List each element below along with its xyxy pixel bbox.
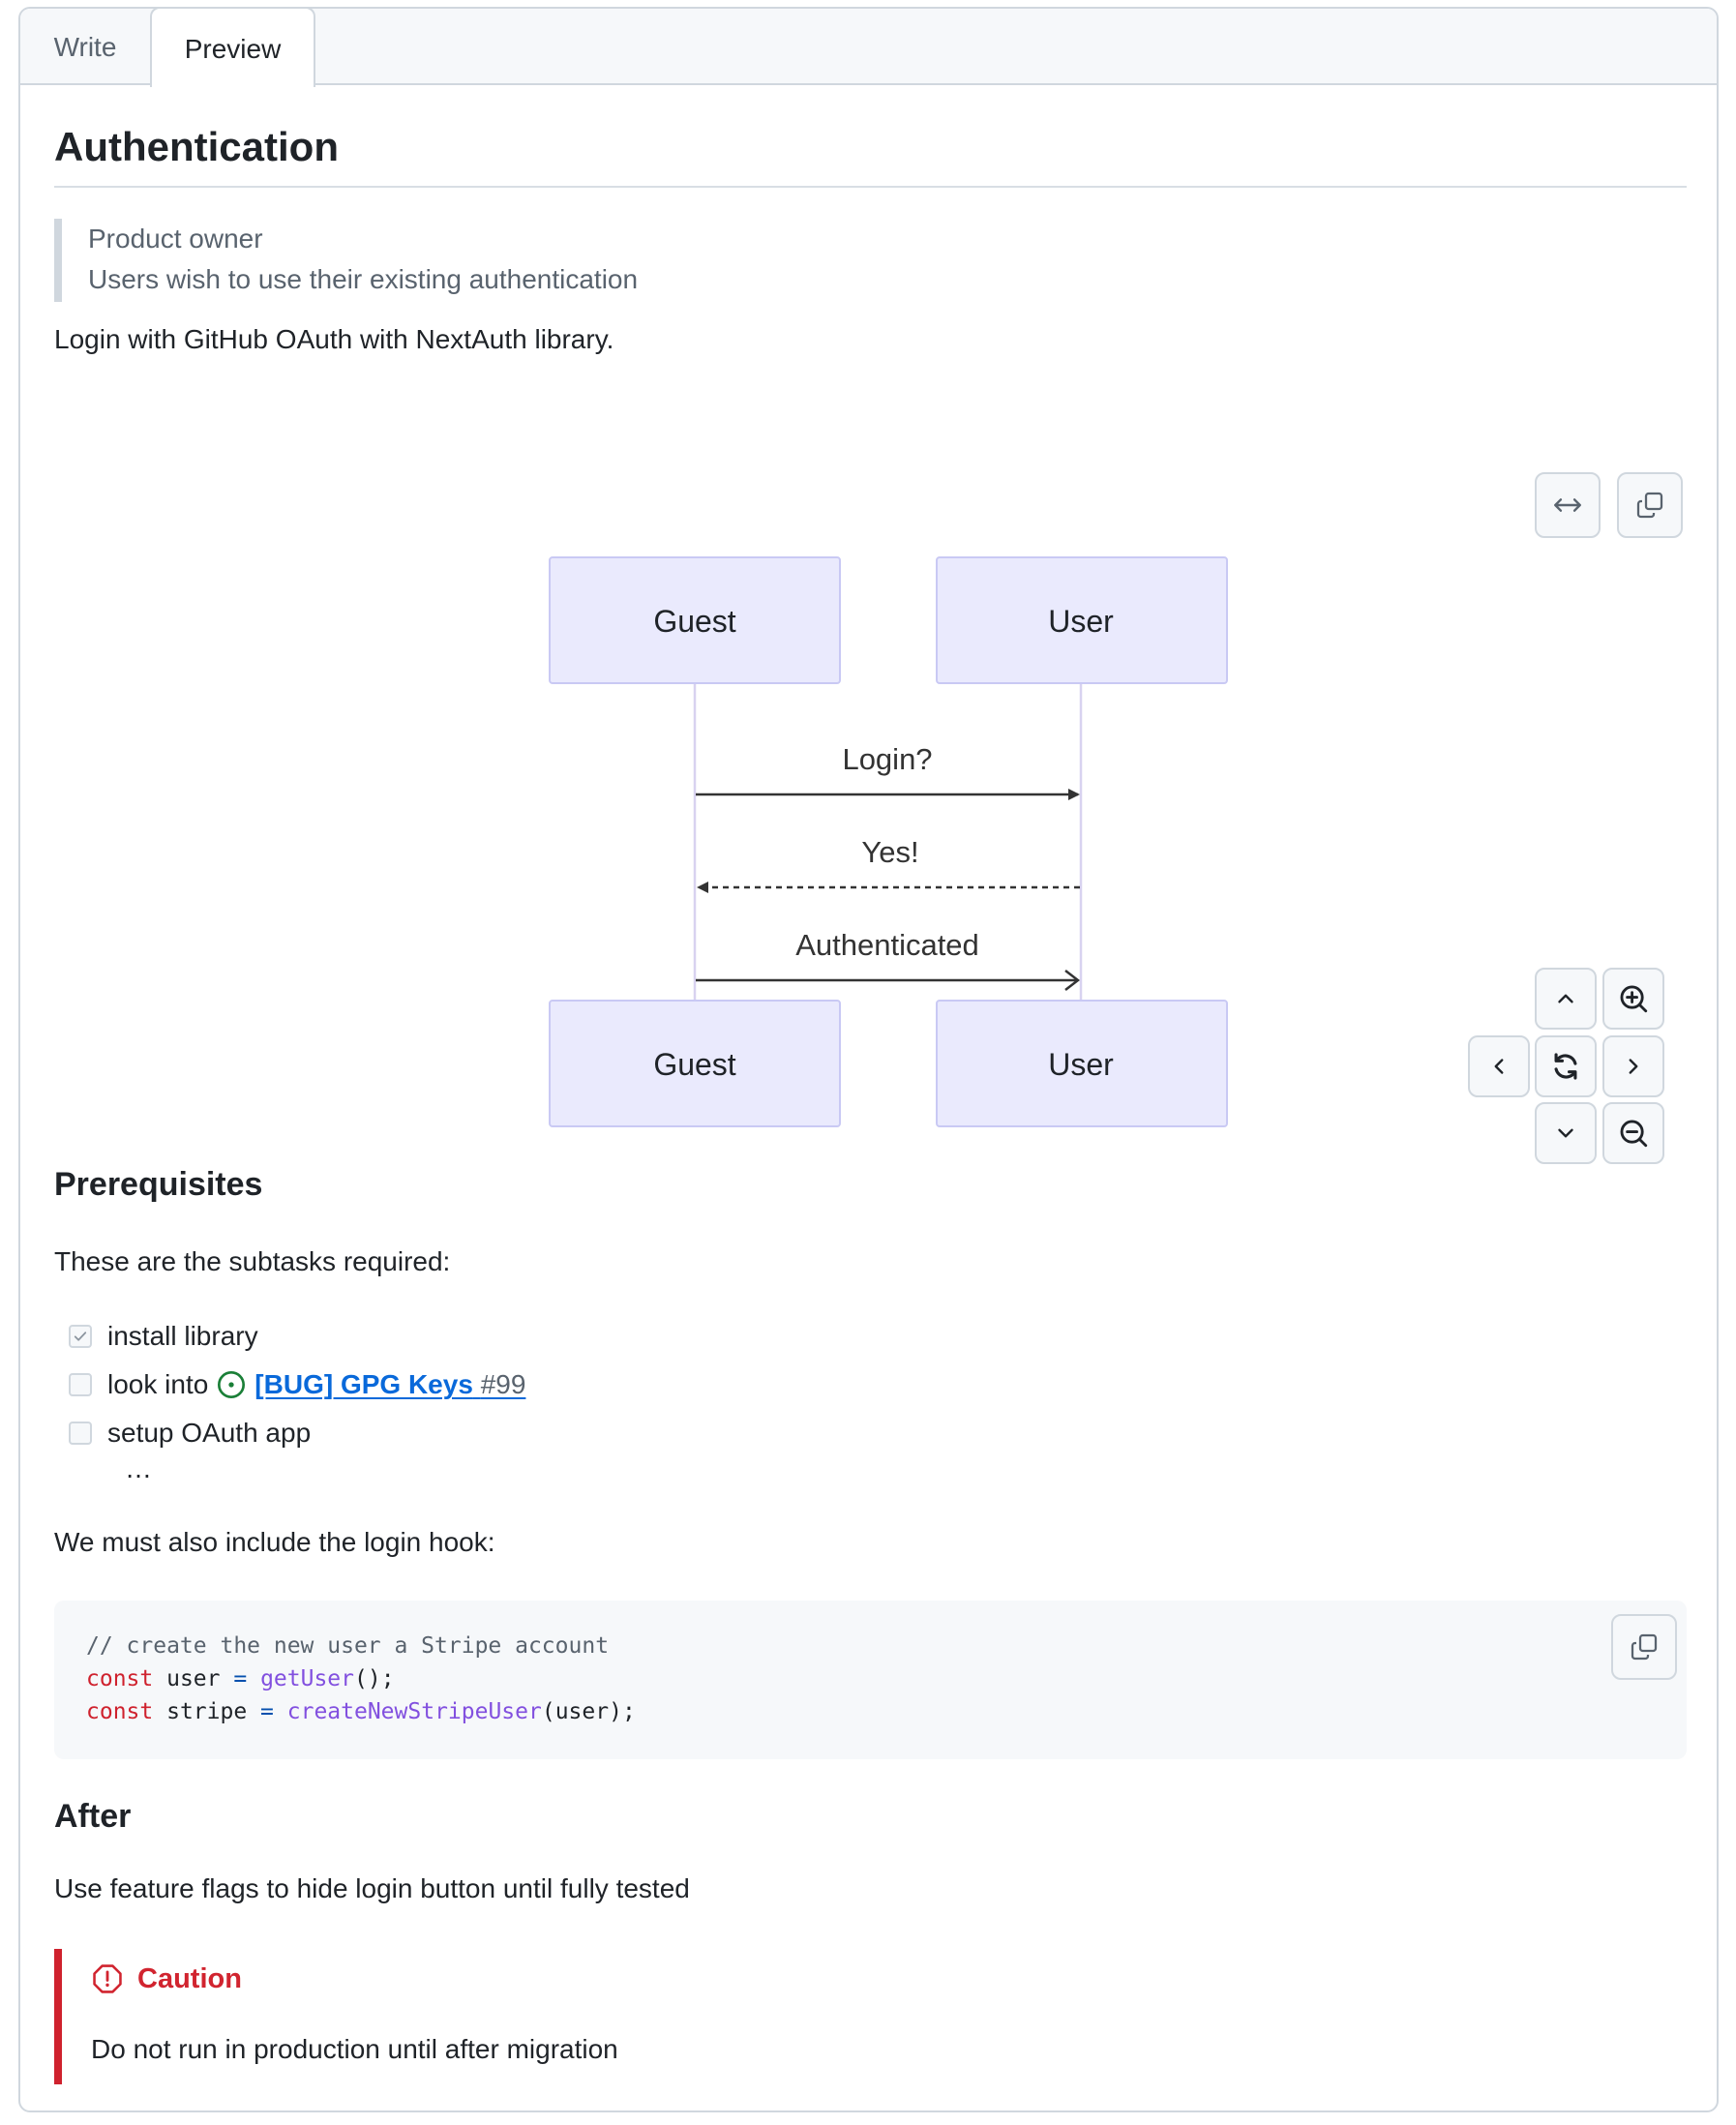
code-content: // create the new user a Stripe account c… xyxy=(86,1630,636,1728)
prerequisites-heading: Prerequisites xyxy=(54,1166,263,1203)
task-checkbox[interactable] xyxy=(69,1373,92,1396)
markdown-editor: Write Preview Authentication Product own… xyxy=(18,7,1719,2112)
chevron-right-icon xyxy=(1629,1059,1638,1074)
issue-reference-link[interactable]: [BUG] GPG Keys #99 xyxy=(254,1369,525,1400)
pan-down-button[interactable] xyxy=(1535,1102,1597,1164)
task-label: install library xyxy=(107,1321,258,1351)
caution-alert: Caution Do not run in production until a… xyxy=(54,1949,1022,2084)
intro-paragraph: Login with GitHub OAuth with NextAuth li… xyxy=(54,324,614,354)
caution-title: Caution xyxy=(91,1962,242,1995)
caution-title-text: Caution xyxy=(137,1962,242,1994)
task-label: setup OAuth app xyxy=(107,1418,312,1448)
pan-up-button[interactable] xyxy=(1535,968,1597,1030)
chevron-left-icon xyxy=(1494,1059,1504,1074)
expand-button[interactable] xyxy=(1535,472,1601,538)
actor-label-user-bottom: User xyxy=(1048,1047,1114,1082)
tab-preview[interactable]: Preview xyxy=(150,9,315,87)
pan-left-button[interactable] xyxy=(1468,1035,1530,1097)
message-label-1: Login? xyxy=(842,742,932,776)
chevron-up-icon xyxy=(1558,994,1573,1003)
after-heading: After xyxy=(54,1798,132,1835)
message-label-2: Yes! xyxy=(861,835,918,869)
chevron-down-icon xyxy=(1558,1128,1573,1138)
login-hook-text: We must also include the login hook: xyxy=(54,1527,495,1557)
code-token: = xyxy=(260,1699,274,1724)
issue-title: [BUG] GPG Keys xyxy=(254,1369,473,1399)
issue-open-icon xyxy=(218,1371,246,1398)
stop-icon xyxy=(93,1964,122,1993)
task-label: look into xyxy=(107,1369,209,1399)
heading-divider xyxy=(54,186,1687,188)
actor-label-guest-bottom: Guest xyxy=(653,1047,735,1082)
after-text: Use feature flags to hide login button u… xyxy=(54,1873,690,1903)
pan-right-button[interactable] xyxy=(1602,1035,1664,1097)
message-label-3: Authenticated xyxy=(795,928,979,962)
code-token: const xyxy=(86,1699,154,1724)
task-item: look into [BUG] GPG Keys #99 xyxy=(69,1361,525,1409)
page-title: Authentication xyxy=(54,124,339,169)
copy-icon xyxy=(1631,1633,1658,1661)
code-token: stripe xyxy=(153,1699,261,1724)
zoom-in-button[interactable] xyxy=(1602,968,1664,1030)
actor-label-user-top: User xyxy=(1048,604,1114,639)
code-token: getUser xyxy=(260,1666,354,1691)
copy-code-button[interactable] xyxy=(1611,1614,1677,1680)
task-item: install library xyxy=(69,1312,258,1361)
code-token: createNewStripeUser xyxy=(286,1699,542,1724)
zoom-in-icon xyxy=(1620,985,1648,1013)
code-token: (); xyxy=(354,1666,395,1691)
tab-write[interactable]: Write xyxy=(20,9,150,85)
blockquote: Product owner Users wish to use their ex… xyxy=(54,219,828,302)
code-token: const xyxy=(86,1666,154,1691)
preview-content: Authentication Product owner Users wish … xyxy=(20,85,1717,2110)
task-item: setup OAuth app xyxy=(69,1409,311,1457)
refresh-icon xyxy=(1554,1053,1577,1080)
code-token: (user); xyxy=(541,1699,636,1724)
copy-icon xyxy=(1636,492,1663,519)
code-line: const user = getUser(); xyxy=(86,1662,636,1695)
task-checkbox-checked[interactable] xyxy=(69,1325,92,1348)
zoom-out-button[interactable] xyxy=(1602,1102,1664,1164)
code-token: user xyxy=(153,1666,234,1691)
sequence-diagram: Guest User Login? Yes! Authenticated Gue… xyxy=(20,472,1717,1164)
sequence-diagram-canvas: Guest User Login? Yes! Authenticated Gue… xyxy=(549,556,1228,1127)
code-line: const stripe = createNewStripeUser(user)… xyxy=(86,1695,636,1728)
caution-body: Do not run in production until after mig… xyxy=(91,2034,618,2064)
list-ellipsis: … xyxy=(125,1453,152,1483)
reset-view-button[interactable] xyxy=(1535,1035,1597,1097)
copy-diagram-button[interactable] xyxy=(1617,472,1683,538)
issue-number: #99 xyxy=(480,1369,526,1399)
zoom-out-icon xyxy=(1620,1120,1648,1148)
prerequisites-intro: These are the subtasks required: xyxy=(54,1246,451,1276)
check-icon xyxy=(74,1332,87,1341)
code-token: = xyxy=(233,1666,248,1691)
code-token: // create the new user a Stripe account xyxy=(86,1633,610,1659)
task-checkbox[interactable] xyxy=(69,1422,92,1445)
editor-tab-bar: Write Preview xyxy=(20,9,1717,87)
code-block: // create the new user a Stripe account c… xyxy=(54,1601,1687,1759)
quote-line-2: Users wish to use their existing authent… xyxy=(88,264,639,294)
actor-label-guest-top: Guest xyxy=(653,604,735,639)
quote-line-1: Product owner xyxy=(88,224,263,254)
arrows-horizontal-icon xyxy=(1554,498,1581,512)
code-line: // create the new user a Stripe account xyxy=(86,1630,636,1662)
